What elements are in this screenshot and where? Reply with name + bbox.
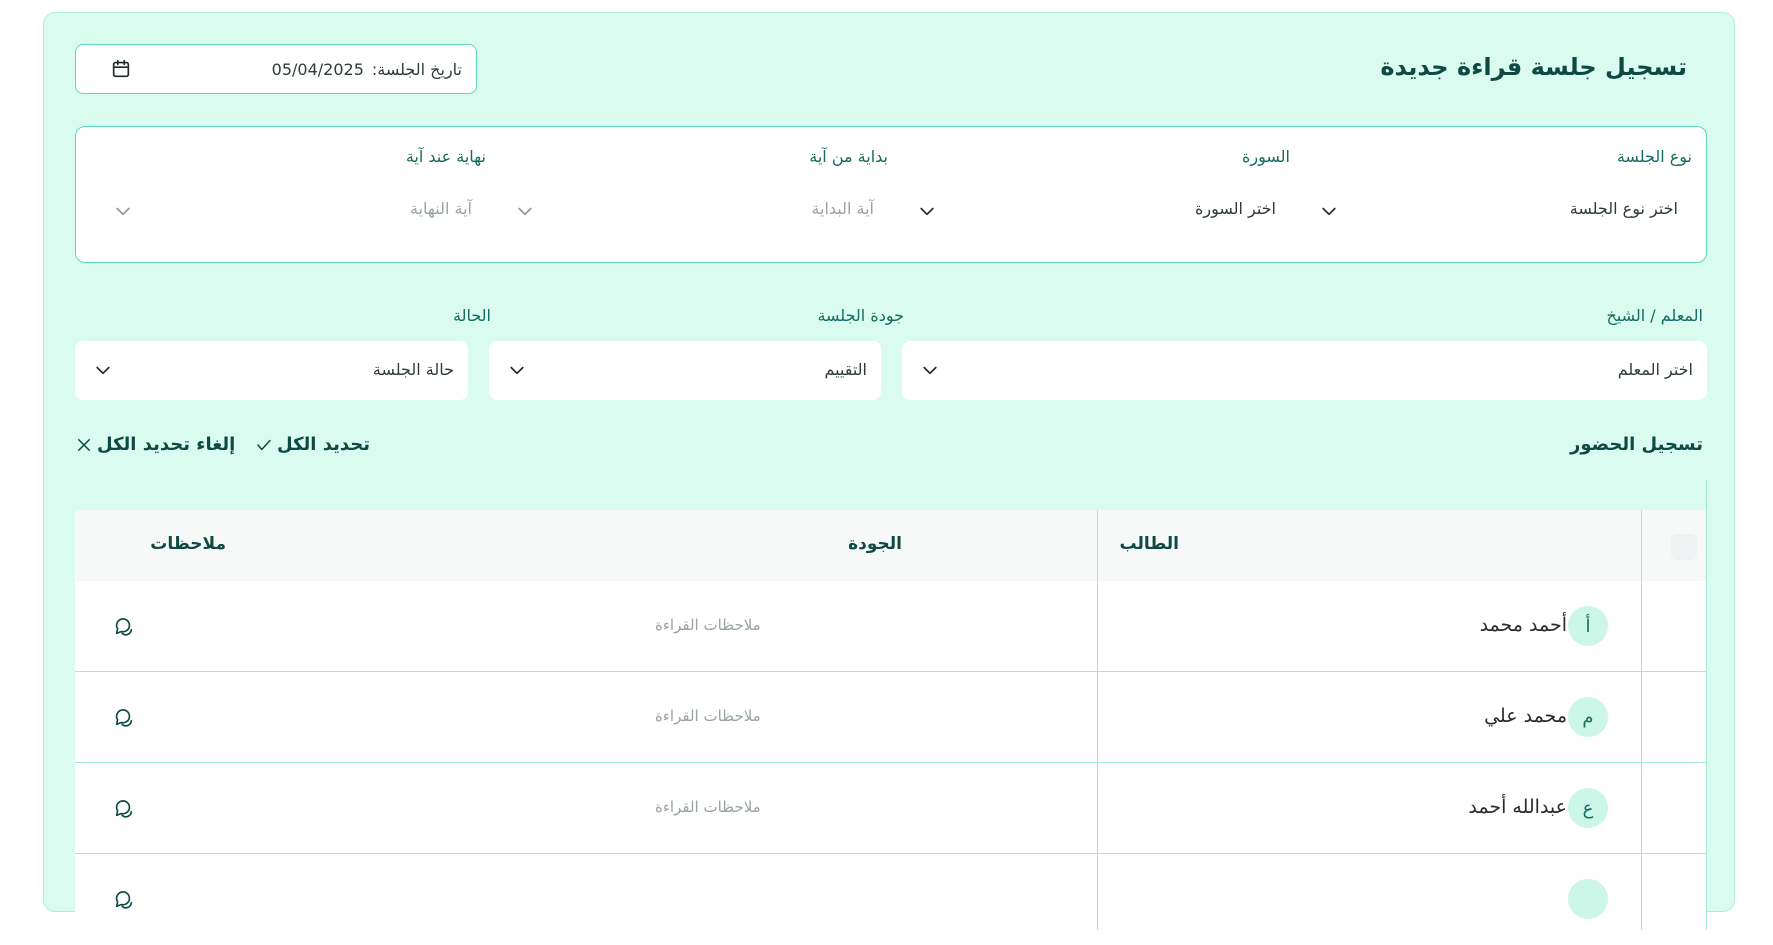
chevron-down-icon — [920, 207, 934, 216]
select-all-checkbox[interactable] — [1671, 534, 1697, 560]
student-name: محمد علي — [1484, 705, 1567, 727]
surah-value: اختر السورة — [1194, 199, 1276, 218]
teacher-select[interactable]: اختر المعلم — [902, 341, 1707, 400]
chevron-down-icon — [116, 207, 130, 216]
calendar-icon[interactable] — [110, 58, 132, 80]
quality-label: جودة الجلسة — [817, 306, 904, 325]
x-icon — [78, 438, 90, 451]
select-all-label: تحديد الكل — [277, 434, 371, 455]
avatar: م — [1568, 697, 1608, 737]
table-row: أ أحمد محمد ملاحظات القراءة — [75, 581, 1707, 672]
table-row: م محمد علي ملاحظات القراءة — [75, 672, 1707, 763]
student-name: أحمد محمد — [1479, 614, 1567, 636]
chat-bubble-icon[interactable] — [113, 706, 135, 728]
status-value: حالة الجلسة — [372, 360, 454, 379]
start-ayah-select[interactable]: بداية من آية آية البداية — [508, 127, 888, 264]
chevron-down-icon — [518, 207, 532, 216]
surah-select[interactable]: السورة اختر السورة — [910, 127, 1290, 264]
table-row: ع عبدالله أحمد ملاحظات القراءة — [75, 763, 1707, 854]
teacher-label: المعلم / الشيخ — [1606, 306, 1703, 325]
avatar: أ — [1568, 606, 1608, 646]
chevron-down-icon — [1322, 207, 1336, 216]
student-column-header: الطالب — [1119, 534, 1179, 554]
deselect-all-label: إلغاء تحديد الكل — [97, 434, 236, 455]
quality-value: التقييم — [824, 360, 867, 379]
column-divider — [1706, 480, 1707, 930]
verse-range-panel: نوع الجلسة اختر نوع الجلسة السورة اختر ا… — [75, 126, 1707, 263]
chevron-down-icon — [510, 366, 524, 375]
session-type-select[interactable]: نوع الجلسة اختر نوع الجلسة — [1312, 127, 1692, 264]
session-type-label: نوع الجلسة — [1616, 147, 1692, 166]
check-icon — [257, 439, 271, 450]
student-name: عبدالله أحمد — [1468, 796, 1567, 818]
chat-bubble-icon[interactable] — [113, 615, 135, 637]
attendance-title: تسجيل الحضور — [1569, 434, 1703, 455]
status-label: الحالة — [453, 306, 491, 325]
table-header: الطالب الجودة ملاحظات — [75, 510, 1707, 581]
end-ayah-select[interactable]: نهاية عند آية آية النهاية — [106, 127, 486, 264]
date-value: 05/04/2025 — [271, 59, 364, 79]
page-title: تسجيل جلسة قراءة جديدة — [1380, 53, 1687, 81]
start-ayah-placeholder: آية البداية — [811, 199, 874, 218]
reading-notes-field[interactable]: ملاحظات القراءة — [655, 616, 761, 634]
column-divider — [1641, 510, 1642, 930]
start-ayah-label: بداية من آية — [809, 147, 888, 166]
chevron-down-icon — [96, 366, 110, 375]
session-form-card: تسجيل جلسة قراءة جديدة تاريخ الجلسة: 05/… — [43, 12, 1735, 930]
reading-notes-field[interactable]: ملاحظات القراءة — [655, 798, 761, 816]
chevron-down-icon — [923, 366, 937, 375]
session-type-value: اختر نوع الجلسة — [1569, 199, 1678, 218]
end-ayah-placeholder: آية النهاية — [410, 199, 472, 218]
column-divider — [1097, 510, 1098, 930]
teacher-value: اختر المعلم — [1617, 360, 1693, 379]
avatar — [1568, 879, 1608, 919]
avatar: ع — [1568, 788, 1608, 828]
chat-bubble-icon[interactable] — [113, 888, 135, 910]
quality-column-header: الجودة — [848, 534, 902, 554]
select-all-button[interactable]: تحديد الكل — [255, 434, 370, 455]
surah-label: السورة — [1242, 147, 1290, 166]
end-ayah-label: نهاية عند آية — [405, 147, 486, 166]
attendance-table: الطالب الجودة ملاحظات أ أحمد محمد ملاحظا… — [75, 480, 1707, 930]
status-select[interactable]: حالة الجلسة — [75, 341, 468, 400]
reading-notes-field[interactable]: ملاحظات القراءة — [655, 707, 761, 725]
deselect-all-button[interactable]: إلغاء تحديد الكل — [75, 434, 235, 455]
session-date-field[interactable]: تاريخ الجلسة: 05/04/2025 — [75, 44, 477, 94]
date-label: تاريخ الجلسة: — [371, 59, 462, 79]
notes-column-header: ملاحظات — [150, 534, 226, 554]
quality-select[interactable]: التقييم — [489, 341, 881, 400]
table-row — [75, 854, 1707, 945]
chat-bubble-icon[interactable] — [113, 797, 135, 819]
